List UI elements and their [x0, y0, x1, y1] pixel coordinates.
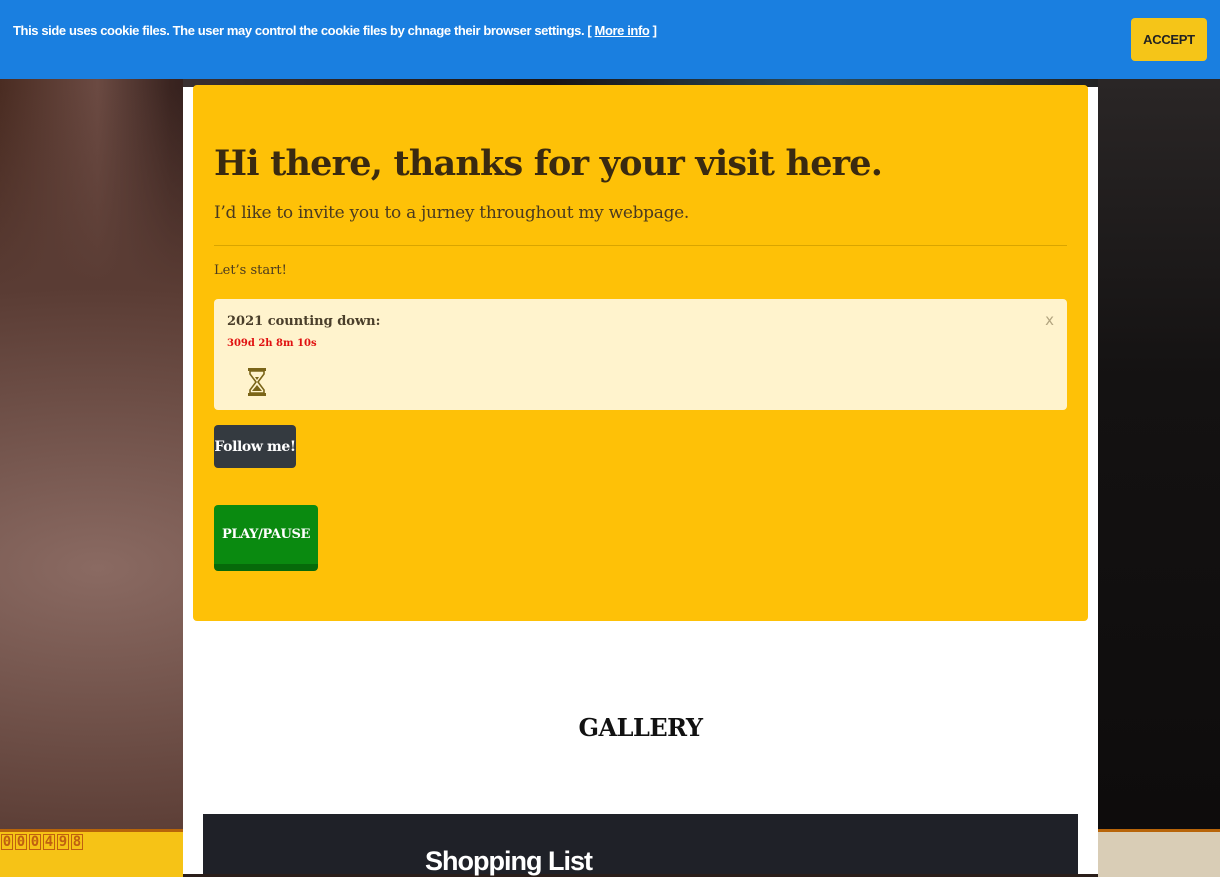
counter-digit: 4 [43, 834, 55, 850]
counter-digit: 0 [29, 834, 41, 850]
countdown-alert: 2021 counting down: 309d 2h 8m 10s x [214, 299, 1067, 410]
alert-close-icon[interactable]: x [1045, 311, 1054, 329]
cookie-consent-bar: This side uses cookie files. The user ma… [0, 0, 1220, 79]
footer-strip-right [1098, 829, 1220, 877]
cookie-message-text: This side uses cookie files. The user ma… [13, 23, 592, 38]
more-info-link[interactable]: More info [595, 23, 650, 38]
accept-cookies-button[interactable]: ACCEPT [1131, 18, 1207, 61]
play-pause-button[interactable]: PLAY/PAUSE [214, 505, 318, 571]
shopping-list-title: Shopping List [425, 846, 593, 876]
follow-me-button[interactable]: Follow me! [214, 425, 296, 468]
counter-digit: 9 [57, 834, 69, 850]
shopping-list-panel: Shopping List [203, 814, 1078, 876]
counter-digit: 8 [71, 834, 83, 850]
cookie-message: This side uses cookie files. The user ma… [13, 23, 657, 38]
hero-divider [214, 245, 1067, 246]
counter-digit: 0 [15, 834, 27, 850]
gallery-heading: GALLERY [578, 713, 704, 742]
hit-counter: 0 0 0 4 9 8 [1, 834, 85, 850]
welcome-jumbotron: Hi there, thanks for your visit here. I’… [193, 85, 1088, 621]
main-container: Hi there, thanks for your visit here. I’… [183, 85, 1098, 876]
hero-subtitle: I’d like to invite you to a jurney throu… [214, 203, 690, 223]
lets-start-text: Let’s start! [214, 263, 287, 278]
hourglass-icon [248, 368, 266, 396]
countdown-value: 309d 2h 8m 10s [227, 338, 317, 349]
counter-digit: 0 [1, 834, 13, 850]
hero-title: Hi there, thanks for your visit here. [214, 143, 883, 184]
countdown-title: 2021 counting down: [227, 314, 381, 329]
cookie-message-bracket: ] [652, 23, 657, 38]
background-right-panel [1098, 79, 1220, 829]
